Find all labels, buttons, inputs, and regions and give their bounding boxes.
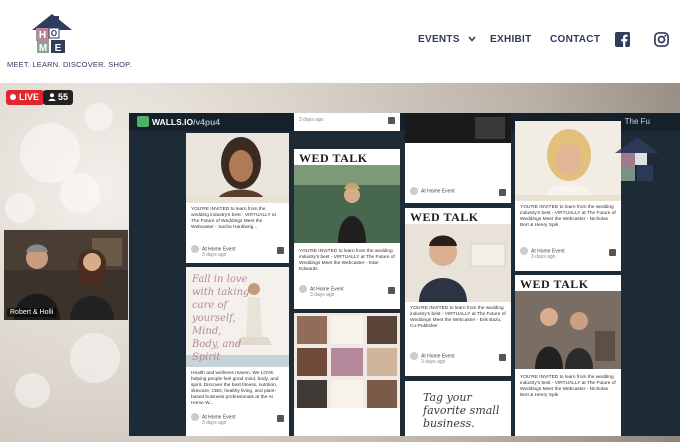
nav-events[interactable]: EVENTS <box>418 34 476 45</box>
post-card[interactable]: WED TALK YOU'RE INVITED to learn from th… <box>294 149 400 309</box>
walls-logo-icon <box>137 116 149 127</box>
post-time: 3 days ago <box>310 292 335 298</box>
post-time: 3 days ago <box>202 252 227 258</box>
live-stream-stage[interactable]: LIVE 55 Robert & Holli WALLS.IO/v4pu4 Th… <box>0 83 680 442</box>
nav-events-label: EVENTS <box>418 34 460 45</box>
post-image <box>294 313 400 408</box>
post-image <box>294 165 400 243</box>
svg-text:M: M <box>39 43 47 54</box>
post-card[interactable] <box>294 313 400 436</box>
post-card[interactable]: At Home Event <box>405 113 511 203</box>
svg-text:H: H <box>39 30 46 41</box>
post-image <box>186 133 289 203</box>
avatar <box>191 245 199 253</box>
live-dot-icon <box>10 94 16 100</box>
post-card[interactable]: Tag your favorite small business. <box>405 381 511 436</box>
post-card[interactable]: Fall in love with taking care of yoursel… <box>186 267 289 436</box>
webcam-video <box>4 230 128 320</box>
post-text: YOU'RE INVITED to learn from the wedding… <box>410 306 506 329</box>
post-time: 3 days ago <box>531 254 556 260</box>
post-text: YOU'RE INVITED to learn from the wedding… <box>520 375 616 398</box>
home-logo-watermark-icon <box>615 137 659 181</box>
avatar <box>191 413 199 421</box>
post-meta: At Home Event <box>410 187 455 195</box>
avatar <box>410 352 418 360</box>
facebook-source-icon <box>609 249 616 256</box>
facebook-source-icon <box>388 287 395 294</box>
facebook-source-icon <box>277 247 284 254</box>
post-image <box>405 224 511 302</box>
facebook-source-icon <box>499 189 506 196</box>
person-icon <box>48 93 56 101</box>
post-image <box>515 291 621 369</box>
viewer-count-badge: 55 <box>43 90 74 105</box>
site-header: H O M E MEET. LEARN. DISCOVER. SHOP. EVE… <box>0 0 680 83</box>
post-time: 3 days ago <box>299 117 324 123</box>
post-text: YOU'RE INVITED to learn from the wedding… <box>520 205 616 228</box>
nav-exhibit[interactable]: EXHIBIT <box>490 34 532 45</box>
avatar <box>299 285 307 293</box>
post-badge: WED TALK <box>520 277 589 291</box>
avatar <box>520 247 528 255</box>
instagram-icon[interactable] <box>654 32 669 47</box>
live-badge: LIVE <box>6 90 45 105</box>
avatar <box>410 187 418 195</box>
svg-text:E: E <box>55 43 62 54</box>
post-card[interactable]: 3 days ago <box>294 113 400 131</box>
wall-title: The Fu <box>624 117 650 126</box>
chevron-down-icon <box>468 36 476 42</box>
post-badge: WED TALK <box>410 210 479 224</box>
post-card[interactable]: WED TALK YOU'RE INVITED to learn from th… <box>515 275 621 436</box>
walls-logo: WALLS.IO/v4pu4 <box>137 116 220 127</box>
webcam-feed[interactable]: Robert & Holli <box>3 229 129 321</box>
post-script-headline: Fall in love with taking care of yoursel… <box>192 274 250 363</box>
post-image <box>515 121 621 201</box>
nav-contact[interactable]: CONTACT <box>550 34 600 45</box>
svg-text:O: O <box>51 29 57 38</box>
post-time: 3 days ago <box>421 359 446 365</box>
facebook-icon[interactable] <box>615 32 630 47</box>
post-card[interactable]: WED TALK YOU'RE INVITED to learn from th… <box>405 208 511 376</box>
logo-tagline: MEET. LEARN. DISCOVER. SHOP. <box>7 60 132 69</box>
post-text: YOU'RE INVITED to learn from the wedding… <box>191 207 276 230</box>
post-time: 3 days ago <box>202 420 227 426</box>
post-card[interactable]: YOU'RE INVITED to learn from the wedding… <box>186 133 289 263</box>
post-text: YOU'RE INVITED to learn from the wedding… <box>299 249 395 272</box>
post-badge: WED TALK <box>299 151 368 165</box>
facebook-source-icon <box>388 117 395 124</box>
post-image <box>405 113 511 143</box>
post-script-headline: Tag your favorite small business. <box>423 391 500 430</box>
social-wall[interactable]: WALLS.IO/v4pu4 The Fu YOU'RE INVITED to … <box>129 113 680 436</box>
facebook-source-icon <box>499 354 506 361</box>
post-text: Health and wellness maven. We LOVE helpi… <box>191 371 279 406</box>
post-card[interactable]: YOU'RE INVITED to learn from the wedding… <box>515 121 621 271</box>
camera-name-label: Robert & Holli <box>7 308 57 317</box>
facebook-source-icon <box>277 415 284 422</box>
